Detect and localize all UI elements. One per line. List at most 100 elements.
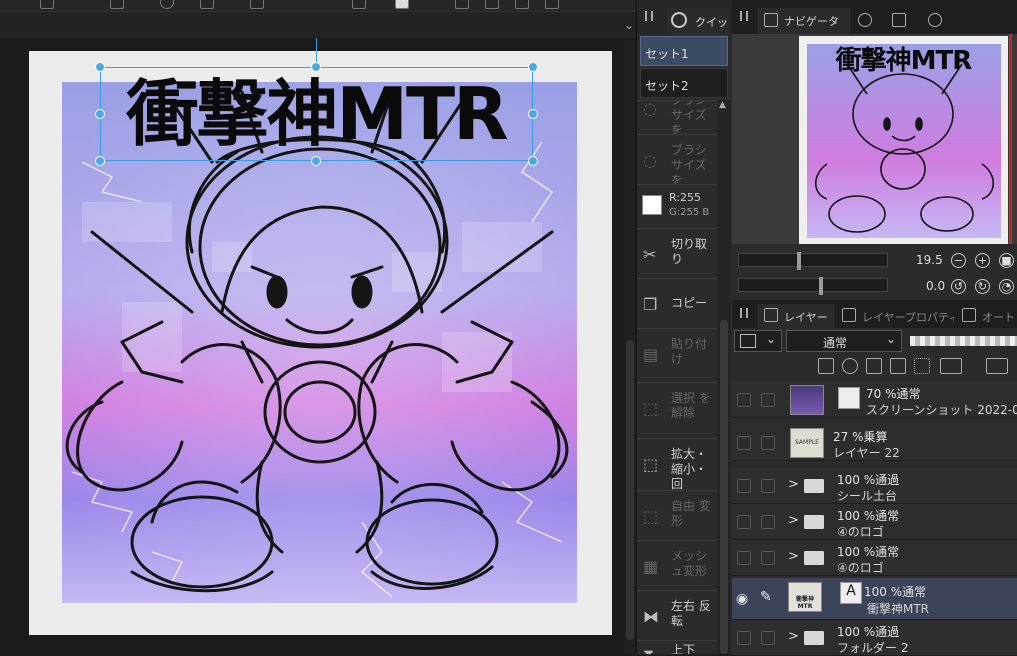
scrollbar-thumb[interactable] [626, 340, 634, 640]
tool-icon[interactable] [110, 0, 124, 9]
tool-icon[interactable] [40, 0, 54, 9]
tool-icon[interactable] [395, 0, 409, 9]
info-icon [858, 13, 872, 27]
visibility-toggle[interactable] [737, 551, 751, 565]
quick-set-2[interactable]: セット2 [640, 68, 728, 98]
pen-icon[interactable]: ✎ [760, 589, 772, 605]
layer-row[interactable]: > 100 %通常 ④のロゴ [732, 540, 1017, 576]
layer-row[interactable]: SAMPLE 27 %乗算 レイヤー 22 [732, 425, 1017, 461]
lock-toggle[interactable] [761, 631, 775, 645]
slider-knob[interactable] [797, 252, 801, 270]
color-swatch[interactable] [642, 195, 662, 215]
draft-icon[interactable] [866, 358, 882, 374]
tool-icon[interactable] [485, 0, 499, 9]
rotation-slider[interactable] [738, 277, 888, 295]
tab-layer-property[interactable]: レイヤープロパティ [836, 304, 954, 328]
visibility-toggle[interactable] [737, 393, 751, 407]
lock-icon[interactable] [890, 358, 906, 374]
layer-row-active[interactable]: ◉ ✎ 衝撃神MTR A 100 %通常 衝撃神MTR [732, 578, 1017, 620]
clip-icon[interactable] [818, 358, 834, 374]
zoom-slider[interactable] [738, 252, 888, 270]
expand-chevron-icon[interactable]: > [788, 513, 799, 528]
tool-icon[interactable] [545, 0, 559, 9]
expand-chevron-icon[interactable]: > [788, 629, 799, 644]
transform-handle-br[interactable] [528, 156, 538, 166]
zoom-out-icon[interactable]: − [951, 253, 966, 268]
visibility-toggle[interactable] [737, 436, 751, 450]
opacity-slider[interactable] [910, 336, 1017, 346]
eye-icon[interactable]: ◉ [736, 591, 748, 607]
transform-handle-tr[interactable] [528, 62, 538, 72]
rotate-left-icon[interactable]: ↺ [951, 279, 966, 294]
layer-row[interactable]: 70 %通常 スクリーンショット 2022-01-22 1 [732, 382, 1017, 418]
mask-icon[interactable] [940, 358, 962, 374]
layer-row[interactable]: > 100 %通常 ④のロゴ [732, 504, 1017, 540]
panel-grip-icon[interactable] [645, 11, 653, 21]
quick-item-scale[interactable]: ⬚ 拡大・ 縮小・回 [637, 438, 717, 491]
visibility-toggle[interactable] [737, 479, 751, 493]
navigator-icon [764, 13, 778, 27]
panel-grip-icon[interactable] [740, 308, 748, 318]
transform-handle-ml[interactable] [95, 109, 105, 119]
quick-item-flip-vertical[interactable]: ⧗ 上下 [637, 640, 717, 654]
quick-item-paste[interactable]: ▤ 貼り付 け [637, 328, 717, 382]
chevron-down-icon[interactable]: ⌄ [624, 18, 634, 32]
transform-handle-tc[interactable] [311, 62, 321, 72]
expand-chevron-icon[interactable]: > [788, 549, 799, 564]
reference-icon[interactable] [842, 358, 858, 374]
tab-navigator[interactable]: ナビゲーター [758, 8, 850, 44]
tab-history[interactable] [886, 8, 916, 34]
tool-icon[interactable] [250, 0, 264, 9]
visibility-toggle[interactable] [737, 631, 751, 645]
layer-row[interactable]: > 100 %通過 シール土台 [732, 468, 1017, 504]
zoom-in-icon[interactable]: + [975, 253, 990, 268]
quick-set-1[interactable]: セット1 [640, 36, 728, 66]
quick-item-free-transform[interactable]: ⬚ 自由 変形 [637, 490, 717, 540]
layer-type-icon [838, 387, 860, 409]
transform-handle-tl[interactable] [95, 62, 105, 72]
quick-access-scrollbar[interactable]: ▲ [717, 100, 731, 654]
panel-grip-icon[interactable] [740, 11, 748, 21]
quick-item-color[interactable]: R:255 G:255 B [637, 184, 717, 228]
tool-icon[interactable] [200, 0, 214, 9]
tool-icon[interactable] [455, 0, 469, 9]
layer-row[interactable]: > 100 %通過 フォルダー 2 [732, 620, 1017, 656]
visibility-toggle[interactable] [737, 515, 751, 529]
lock-transparency-icon[interactable] [914, 358, 930, 374]
quick-item-flip-horizontal[interactable]: ⧓ 左右 反転 [637, 590, 717, 640]
transform-handle-mr[interactable] [528, 109, 538, 119]
tab-layer[interactable]: レイヤー [758, 304, 834, 328]
slider-knob[interactable] [819, 277, 823, 295]
lock-toggle[interactable] [761, 515, 775, 529]
rotate-right-icon[interactable]: ↻ [975, 279, 990, 294]
transform-handle-bc[interactable] [311, 156, 321, 166]
transform-selection-box[interactable] [100, 67, 533, 161]
transform-handle-bl[interactable] [95, 156, 105, 166]
lock-toggle[interactable] [761, 551, 775, 565]
tab-info[interactable] [852, 8, 882, 34]
lock-toggle[interactable] [761, 393, 775, 407]
scrollbar-thumb[interactable] [720, 320, 728, 654]
scissors-icon: ✂ [643, 245, 657, 264]
tab-auto-action[interactable]: オート [956, 304, 1017, 328]
zoom-fit-icon[interactable]: ■ [999, 253, 1014, 268]
rotate-reset-icon[interactable]: ◔ [999, 279, 1014, 294]
layer-color-dropdown[interactable]: ⌄ [734, 330, 782, 352]
lock-toggle[interactable] [761, 479, 775, 493]
navigator-thumbnail[interactable]: 衝撃神MTR [799, 36, 1008, 244]
quick-item-mesh-transform[interactable]: ▦ メッシ ュ変形 [637, 540, 717, 590]
quick-item-deselect[interactable]: ⬚ 選択 を解除 [637, 382, 717, 438]
blend-mode-dropdown[interactable]: 通常 ⌄ [786, 330, 902, 352]
quick-item-copy[interactable]: ❐ コピー [637, 278, 717, 328]
tab-quick-access[interactable]: クイッ [667, 8, 729, 34]
tool-icon[interactable] [515, 0, 529, 9]
expand-chevron-icon[interactable]: > [788, 477, 799, 492]
scroll-up-icon[interactable]: ▲ [719, 100, 726, 110]
tab-material[interactable] [922, 8, 952, 34]
quick-item-brush-size-1[interactable]: ◌ ブラシ サイズを [637, 100, 717, 134]
tool-icon[interactable] [352, 0, 366, 9]
tool-icon[interactable] [160, 0, 174, 9]
palette-color-icon[interactable] [986, 358, 1008, 374]
lock-toggle[interactable] [761, 436, 775, 450]
canvas-scrollbar[interactable] [624, 40, 636, 654]
